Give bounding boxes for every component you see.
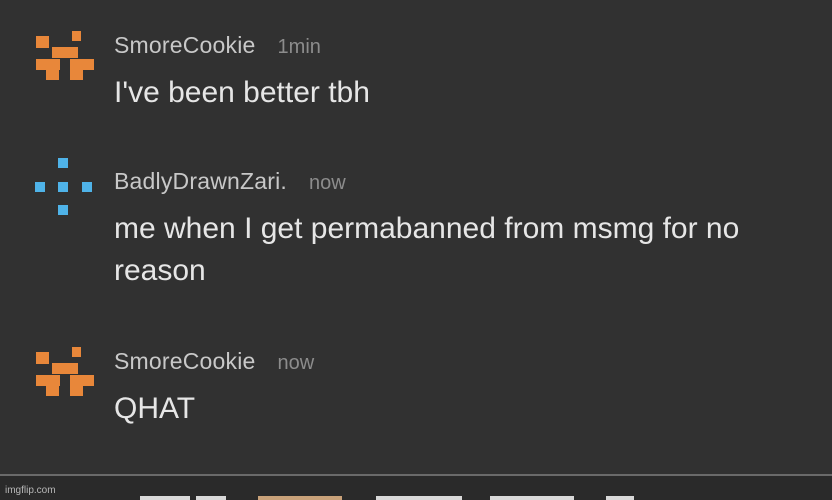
message-text: I've been better tbh — [114, 76, 370, 109]
username[interactable]: BadlyDrawnZari. — [114, 168, 287, 194]
footer-strip — [490, 496, 574, 500]
orange-pixel-avatar-icon[interactable] — [32, 346, 96, 406]
chat-window: SmoreCookie 1min I've been better tbh Bad… — [0, 0, 832, 500]
message-text: me when I get permabanned from msmg for … — [114, 212, 740, 287]
footer-strip — [140, 496, 190, 500]
message-text: QHAT — [114, 392, 196, 425]
timestamp: now — [277, 352, 315, 374]
footer-strip — [376, 496, 462, 500]
footer-strip — [258, 496, 342, 500]
blue-pixel-avatar-icon[interactable] — [32, 158, 96, 218]
orange-pixel-avatar-icon[interactable] — [32, 30, 96, 90]
imgflip-watermark: imgflip.com — [5, 485, 56, 496]
footer-strip — [196, 496, 226, 500]
timestamp: 1min — [277, 36, 321, 58]
username[interactable]: SmoreCookie — [114, 32, 256, 58]
timestamp: now — [309, 172, 346, 194]
username[interactable]: SmoreCookie — [114, 348, 256, 374]
footer-strip — [606, 496, 634, 500]
